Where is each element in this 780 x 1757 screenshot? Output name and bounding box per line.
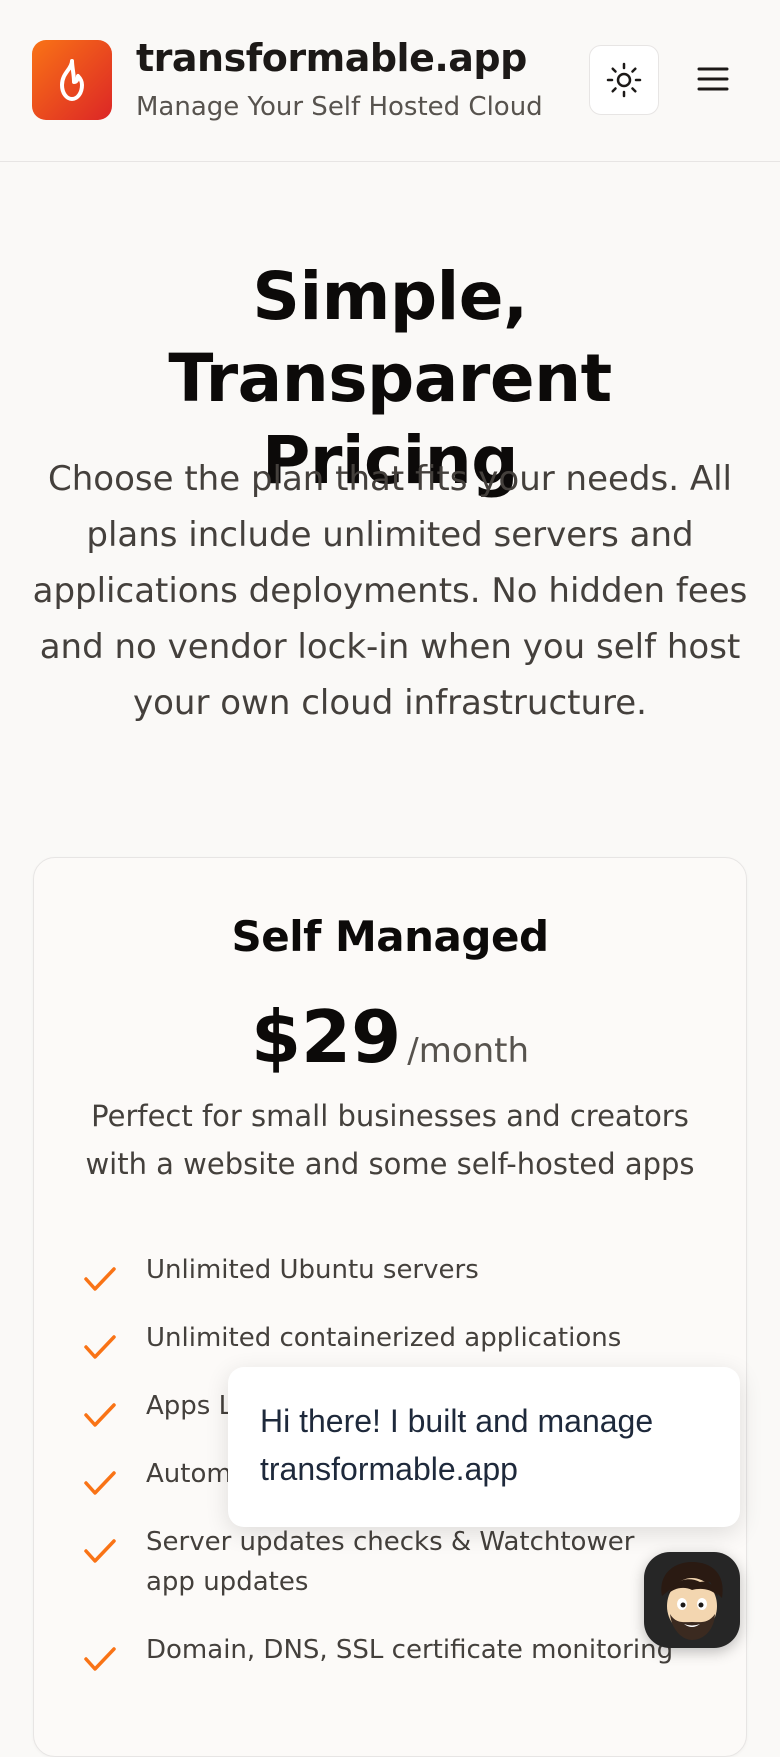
check-icon [84, 1539, 116, 1563]
sun-icon [606, 62, 642, 98]
plan-period: /month [407, 1031, 530, 1071]
cartoon-avatar-icon [661, 1562, 723, 1640]
chat-launcher-button[interactable] [644, 1552, 740, 1648]
plan-name: Self Managed [231, 912, 549, 961]
menu-button[interactable] [689, 55, 737, 103]
feature-item: Unlimited Ubuntu servers [82, 1250, 682, 1291]
feature-item: Domain, DNS, SSL certificate monitoring [82, 1630, 682, 1671]
plan-description: Perfect for small businesses and creator… [85, 1099, 695, 1181]
check-icon [84, 1471, 116, 1495]
brand-subtitle: Manage Your Self Hosted Cloud [136, 92, 543, 122]
site-header: transformable.app Manage Your Self Hoste… [0, 0, 780, 162]
check-icon [84, 1647, 116, 1671]
plan-price: $29 [250, 995, 402, 1079]
feature-label: Unlimited containerized applications [146, 1323, 622, 1353]
feature-label: Unlimited Ubuntu servers [146, 1255, 479, 1285]
feature-item: Server updates checks & Watchtower app u… [82, 1522, 682, 1602]
flame-icon [60, 59, 84, 101]
check-icon [84, 1403, 116, 1427]
theme-toggle-button[interactable] [589, 45, 659, 115]
feature-label: Domain, DNS, SSL certificate monitoring [146, 1635, 674, 1665]
hamburger-menu-icon [697, 67, 729, 91]
chat-message-bubble[interactable]: Hi there! I built and manage transformab… [228, 1367, 740, 1527]
check-icon [84, 1335, 116, 1359]
feature-label: Apps L [146, 1391, 234, 1421]
feature-item: Unlimited containerized applications [82, 1318, 682, 1359]
check-icon [84, 1267, 116, 1291]
hero-description: Choose the plan that fits your needs. Al… [32, 459, 748, 723]
feature-label: Server updates checks & Watchtower app u… [146, 1527, 635, 1597]
logo[interactable] [32, 40, 112, 120]
brand-title[interactable]: transformable.app [136, 36, 527, 80]
feature-label: Autom [146, 1459, 232, 1489]
price-row: $29/month [0, 995, 780, 1079]
